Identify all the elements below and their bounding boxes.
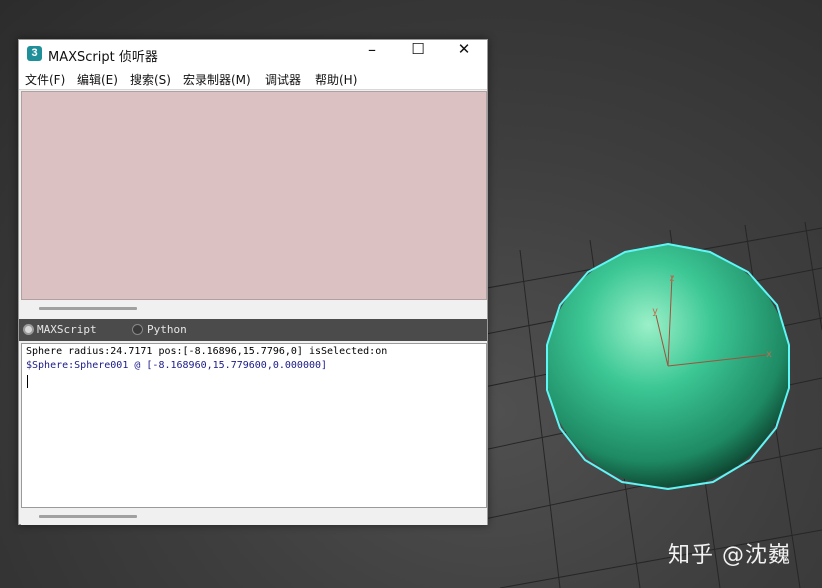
label-maxscript[interactable]: MAXScript xyxy=(37,323,97,336)
language-selector-bar: MAXScript Python xyxy=(19,319,487,341)
menu-bar: 文件(F) 编辑(E) 搜索(S) 宏录制器(M) 调试器 帮助(H) xyxy=(19,69,487,90)
scrollbar-thumb[interactable] xyxy=(39,307,137,310)
menu-help[interactable]: 帮助(H) xyxy=(315,71,357,88)
radio-maxscript[interactable] xyxy=(23,324,34,335)
macro-pane-scrollbar[interactable] xyxy=(21,300,487,317)
watermark-text: 知乎 @沈巍 xyxy=(668,543,791,568)
menu-file[interactable]: 文件(F) xyxy=(25,71,65,88)
menu-search[interactable]: 搜索(S) xyxy=(130,71,171,88)
close-button[interactable]: ✕ xyxy=(441,40,487,69)
minimize-button[interactable]: – xyxy=(349,40,395,69)
label-python[interactable]: Python xyxy=(147,323,187,336)
menu-macro-recorder[interactable]: 宏录制器(M) xyxy=(183,71,251,88)
output-pane-scrollbar[interactable] xyxy=(21,508,487,525)
output-line: $Sphere:Sphere001 @ [-8.168960,15.779600… xyxy=(26,360,328,371)
menu-debugger[interactable]: 调试器 xyxy=(265,71,301,88)
3dsmax-app-icon: 3 xyxy=(27,46,42,61)
maximize-button[interactable]: ☐ xyxy=(395,40,441,69)
scrollbar-thumb[interactable] xyxy=(39,515,137,518)
output-line: Sphere radius:24.7171 pos:[-8.16896,15.7… xyxy=(26,346,388,357)
listener-output-pane[interactable]: Sphere radius:24.7171 pos:[-8.16896,15.7… xyxy=(21,343,487,508)
axis-label-y: y xyxy=(652,306,658,317)
title-bar[interactable]: 3 MAXScript 侦听器 – ☐ ✕ xyxy=(19,40,487,69)
macro-recorder-pane[interactable] xyxy=(21,91,487,300)
text-caret xyxy=(27,375,28,388)
axis-label-x: x xyxy=(766,349,772,360)
menu-edit[interactable]: 编辑(E) xyxy=(77,71,118,88)
radio-python[interactable] xyxy=(132,324,143,335)
axis-label-z: z xyxy=(669,273,675,284)
window-title: MAXScript 侦听器 xyxy=(48,50,158,65)
maxscript-listener-window[interactable]: 3 MAXScript 侦听器 – ☐ ✕ 文件(F) 编辑(E) 搜索(S) … xyxy=(18,39,488,525)
